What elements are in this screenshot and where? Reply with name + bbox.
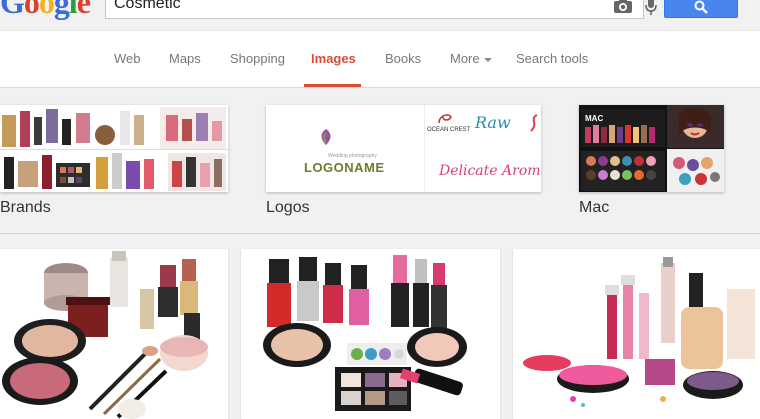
related-label-brands[interactable]: Brands [0,199,51,217]
image-result[interactable] [513,249,760,419]
image-result[interactable] [0,249,228,419]
tab-more-label: More [450,51,480,66]
cosmetics-photo-2 [241,249,500,419]
tab-shopping[interactable]: Shopping [230,51,285,66]
image-result[interactable] [241,249,500,419]
partial-logo-icon [530,114,538,132]
brands-collage [0,105,228,192]
logoname-sub: Wedding photography [328,153,377,159]
logo-letter-e: e [76,0,91,20]
logo-letter-o2: o [38,0,55,20]
related-mac-image[interactable]: MAC [579,105,724,192]
ocean-crest-text: OCEAN CREST [427,127,471,133]
microphone-icon[interactable] [645,0,657,15]
camera-icon[interactable] [613,0,633,14]
tab-more[interactable]: More [450,51,492,66]
swirl-logo-icon [438,114,452,124]
search-header: Google [0,0,760,31]
related-logos-image[interactable]: LOGONAME Wedding photography OCEAN CREST… [266,105,541,192]
svg-text:MAC: MAC [585,114,603,123]
tab-maps[interactable]: Maps [169,51,201,66]
search-box [105,0,644,19]
mac-collage: MAC [579,105,724,192]
tab-images[interactable]: Images [311,51,356,66]
cosmetics-photo-1 [0,249,228,419]
related-label-logos[interactable]: Logos [266,199,310,217]
logo-letter-o1: o [23,0,40,20]
search-button[interactable] [664,0,738,18]
related-label-mac[interactable]: Mac [579,199,609,217]
related-brands-image[interactable] [0,105,228,192]
logo-letter-l: l [68,0,78,20]
tab-books[interactable]: Books [385,51,421,66]
logo-letter-g2: g [53,0,70,20]
search-input[interactable] [114,0,594,14]
logo-letter-g: G [0,0,25,20]
cosmetics-photo-3 [513,249,760,419]
search-tabs: Web Maps Shopping Images Books More Sear… [0,31,760,88]
delicate-aroma-text: Delicate Aroma [439,163,541,179]
logo-tile-bottom: Delicate Aroma [424,147,541,192]
active-tab-indicator [304,84,361,87]
search-icon [694,0,708,14]
tab-web[interactable]: Web [114,51,141,66]
logo-main-tile: LOGONAME Wedding photography [266,105,424,192]
tab-search-tools[interactable]: Search tools [516,51,588,66]
flower-logo-icon [321,129,331,145]
google-logo[interactable]: Google [0,0,91,20]
section-divider [0,233,760,234]
chevron-down-icon [483,57,492,62]
logo-tiles-top: OCEAN CREST Raw [424,105,541,148]
raw-text: Raw [475,113,511,132]
logoname-text: LOGONAME [304,160,385,175]
